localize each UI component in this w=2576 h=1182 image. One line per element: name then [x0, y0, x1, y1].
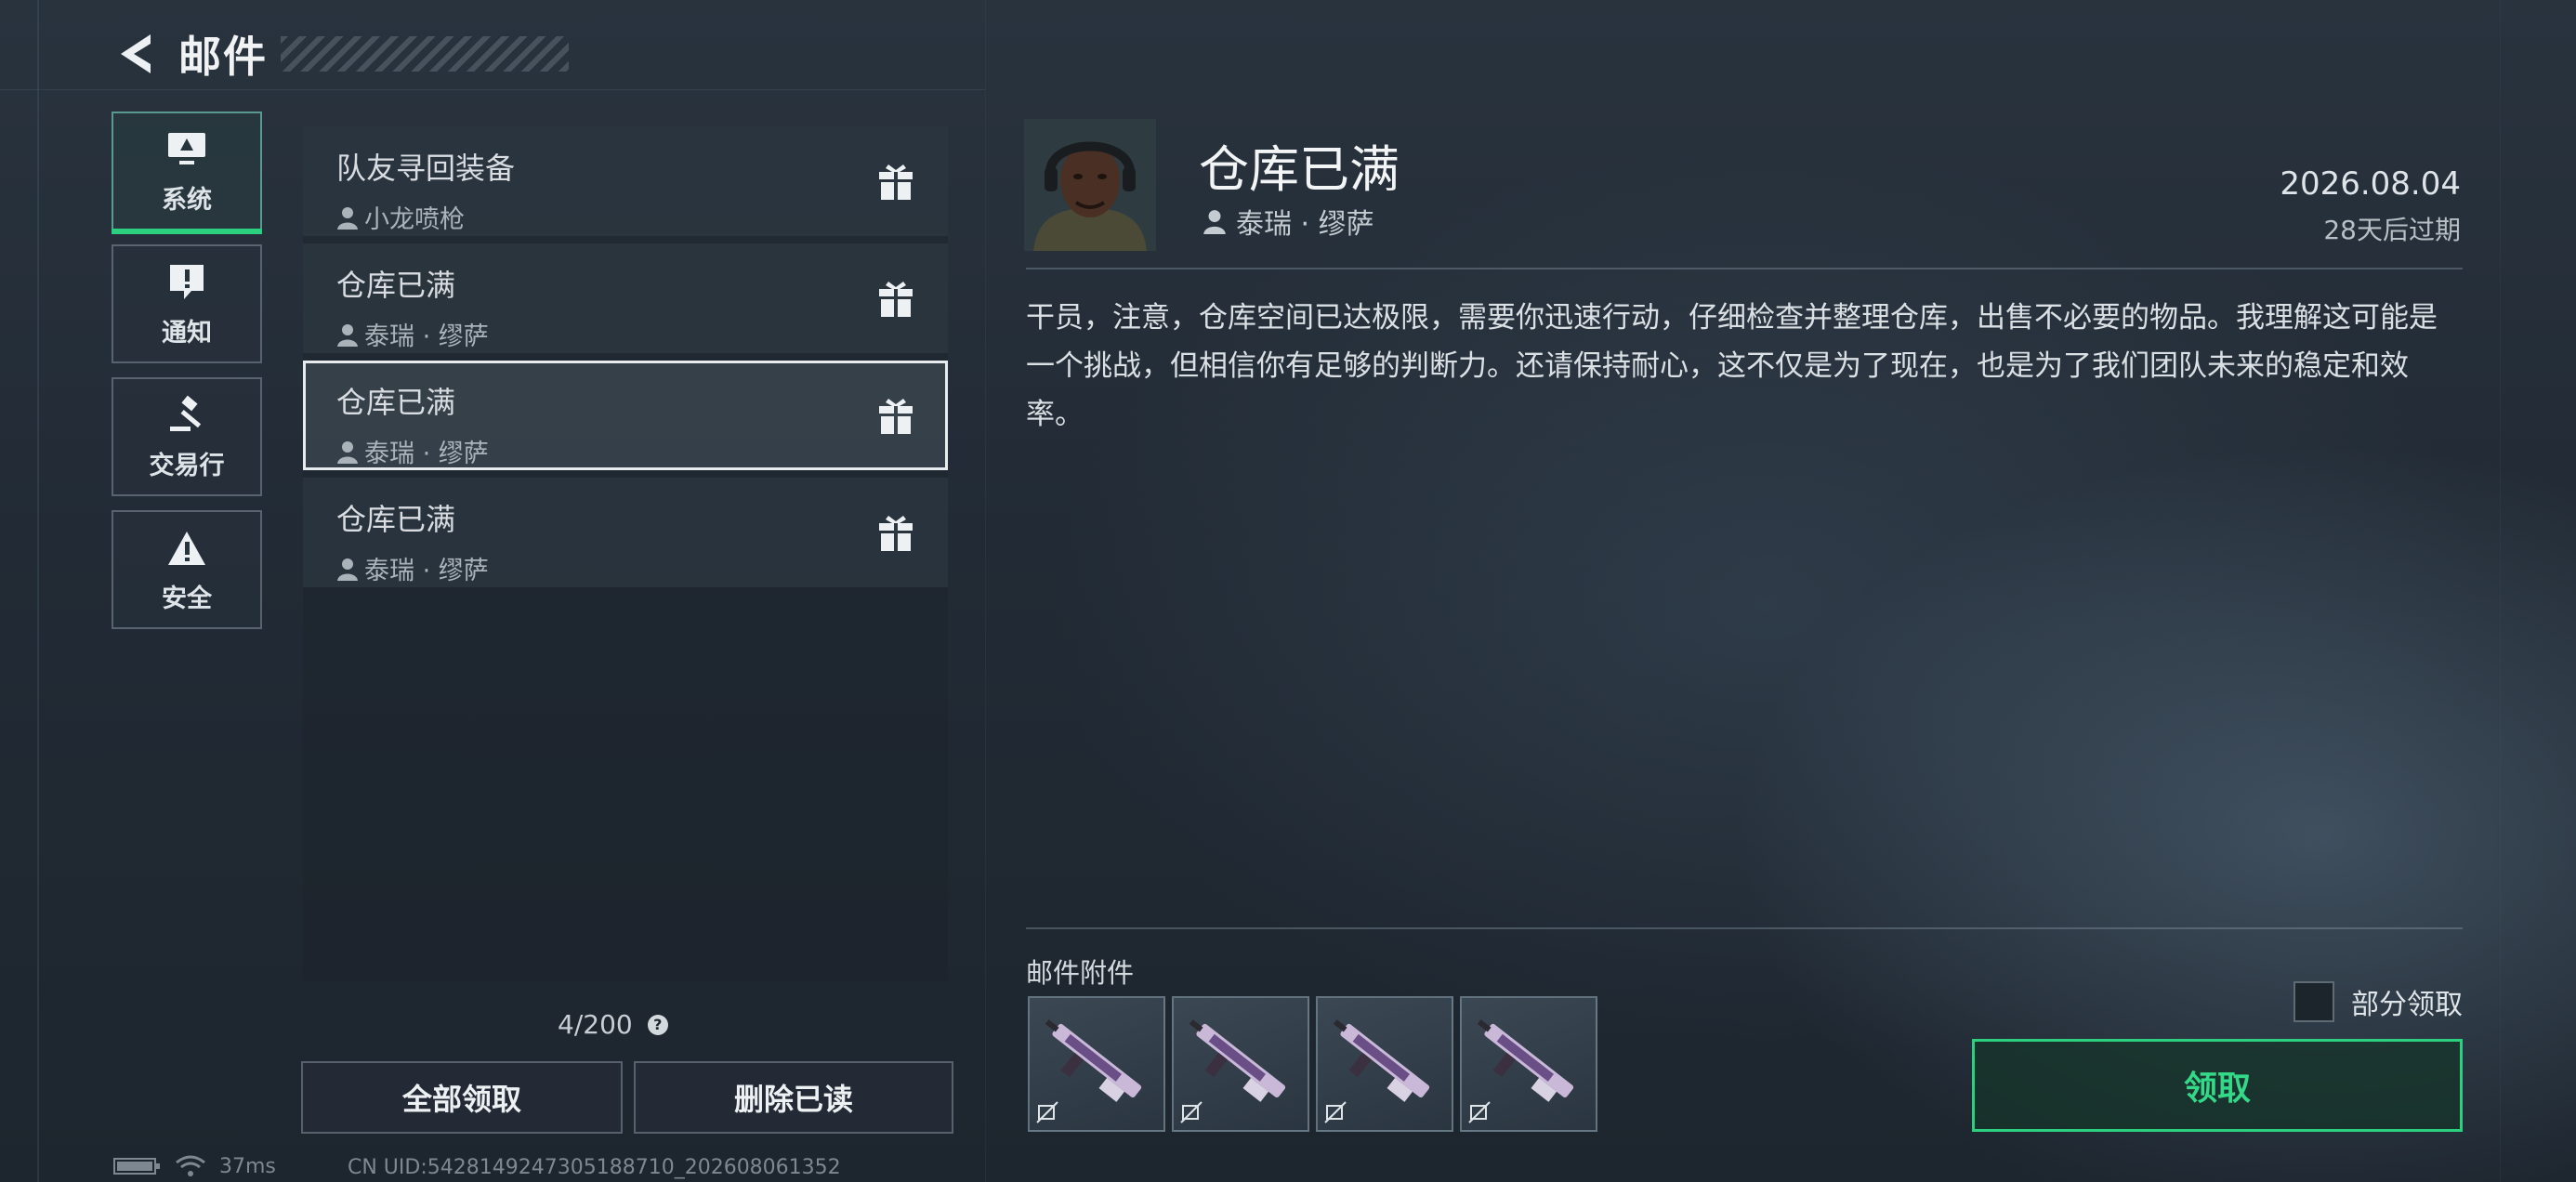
partial-claim-toggle[interactable]: 部分领取 [2293, 981, 2463, 1022]
mail-item-selected[interactable]: 仓库已满 泰瑞 · 缪萨 [303, 361, 948, 470]
header-decoration [281, 36, 569, 72]
mail-title: 仓库已满 [336, 502, 456, 537]
gift-icon [879, 516, 913, 551]
hud-line [2500, 0, 2501, 1182]
partial-claim-label: 部分领取 [2351, 989, 2463, 1021]
untradeable-icon [1468, 1101, 1491, 1123]
gavel-icon [166, 393, 207, 438]
mail-sender: 泰瑞 · 缪萨 [336, 316, 914, 352]
mail-title: 仓库已满 [336, 385, 456, 420]
page-header: 邮件 [110, 24, 569, 84]
mail-item[interactable]: 仓库已满 泰瑞 · 缪萨 [303, 478, 948, 587]
mail-title: 队友寻回装备 [336, 151, 516, 186]
attachment-item[interactable] [1172, 996, 1309, 1132]
divider [1026, 927, 2463, 929]
mail-detail-sender-name: 泰瑞 · 缪萨 [1236, 208, 1374, 241]
category-sidebar: 系统 通知 交易行 安全 [112, 112, 262, 643]
mail-count-value: 4/200 [558, 1009, 633, 1040]
category-label: 交易行 [149, 451, 225, 480]
category-label: 通知 [162, 318, 212, 348]
mail-item[interactable]: 仓库已满 泰瑞 · 缪萨 [303, 243, 948, 353]
alert-bubble-icon [167, 260, 206, 305]
mail-date: 2026.08.04 [2280, 165, 2461, 203]
mail-list: 队友寻回装备 小龙喷枪 仓库已满 泰瑞 · 缪萨 仓库已满 泰瑞 · 缪萨 仓库… [303, 126, 948, 595]
mail-detail-title: 仓库已满 [1199, 140, 1400, 199]
mail-body: 干员，注意，仓库空间已达极限，需要你迅速行动，仔细检查并整理仓库，出售不必要的物… [1026, 301, 2438, 431]
category-notice[interactable]: 通知 [112, 244, 262, 363]
warning-triangle-icon [166, 526, 207, 571]
category-security[interactable]: 安全 [112, 510, 262, 629]
person-icon [1203, 210, 1226, 234]
sender-avatar [1024, 119, 1156, 251]
mail-detail-sender: 泰瑞 · 缪萨 [1203, 201, 1374, 242]
claim-button[interactable]: 领取 [1972, 1039, 2463, 1132]
mail-sender-name: 小龙喷枪 [364, 205, 465, 234]
wifi-icon [176, 1155, 205, 1176]
mail-expire: 28天后过期 [2323, 215, 2461, 245]
mail-sender: 小龙喷枪 [336, 199, 914, 235]
mail-title: 仓库已满 [336, 268, 456, 303]
mail-sender: 泰瑞 · 缪萨 [336, 550, 914, 586]
category-system[interactable]: 系统 [112, 112, 262, 234]
attachments-row [1028, 996, 1604, 1132]
gift-icon [879, 399, 913, 434]
mail-sender-name: 泰瑞 · 缪萨 [364, 322, 489, 351]
person-icon [337, 323, 358, 347]
mail-sender: 泰瑞 · 缪萨 [336, 433, 914, 469]
mail-sender-name: 泰瑞 · 缪萨 [364, 557, 489, 585]
hud-line [37, 0, 39, 1182]
mail-sender-name: 泰瑞 · 缪萨 [364, 440, 489, 468]
battery-icon [113, 1158, 160, 1175]
attachment-item[interactable] [1460, 996, 1597, 1132]
untradeable-icon [1180, 1101, 1203, 1123]
attachment-item[interactable] [1316, 996, 1453, 1132]
claim-all-button[interactable]: 全部领取 [301, 1061, 623, 1134]
gift-icon [879, 164, 913, 200]
partial-claim-checkbox[interactable] [2293, 981, 2334, 1022]
mail-screen: 邮件 系统 通知 交易行 安全 队友寻回装备 小龙喷枪 仓库已满 泰瑞 · 缪萨… [0, 0, 2576, 1182]
untradeable-icon [1324, 1101, 1347, 1123]
divider [1026, 268, 2463, 269]
monitor-icon [166, 127, 207, 172]
person-icon [337, 440, 358, 464]
untradeable-icon [1036, 1101, 1058, 1123]
back-button[interactable] [110, 26, 162, 82]
page-title: 邮件 [178, 32, 268, 82]
category-label: 安全 [162, 584, 212, 613]
uid-text: CN UID:5428149247305188710_202608061352 [348, 1156, 841, 1179]
person-icon [337, 206, 358, 230]
person-icon [337, 558, 358, 581]
hud-line [0, 89, 985, 90]
delete-read-button[interactable]: 删除已读 [634, 1061, 953, 1134]
mail-item[interactable]: 队友寻回装备 小龙喷枪 [303, 126, 948, 236]
attachment-item[interactable] [1028, 996, 1165, 1132]
back-arrow-icon [121, 34, 151, 73]
category-trade[interactable]: 交易行 [112, 377, 262, 496]
mail-count: 4/200 ? [558, 1009, 668, 1040]
help-icon[interactable]: ? [647, 1014, 668, 1035]
status-bar: 37ms [113, 1154, 276, 1178]
hud-line [985, 0, 986, 1182]
attachments-label: 邮件附件 [1026, 957, 1135, 989]
gift-icon [879, 282, 913, 317]
category-label: 系统 [162, 185, 212, 215]
ping-value: 37ms [219, 1154, 276, 1178]
